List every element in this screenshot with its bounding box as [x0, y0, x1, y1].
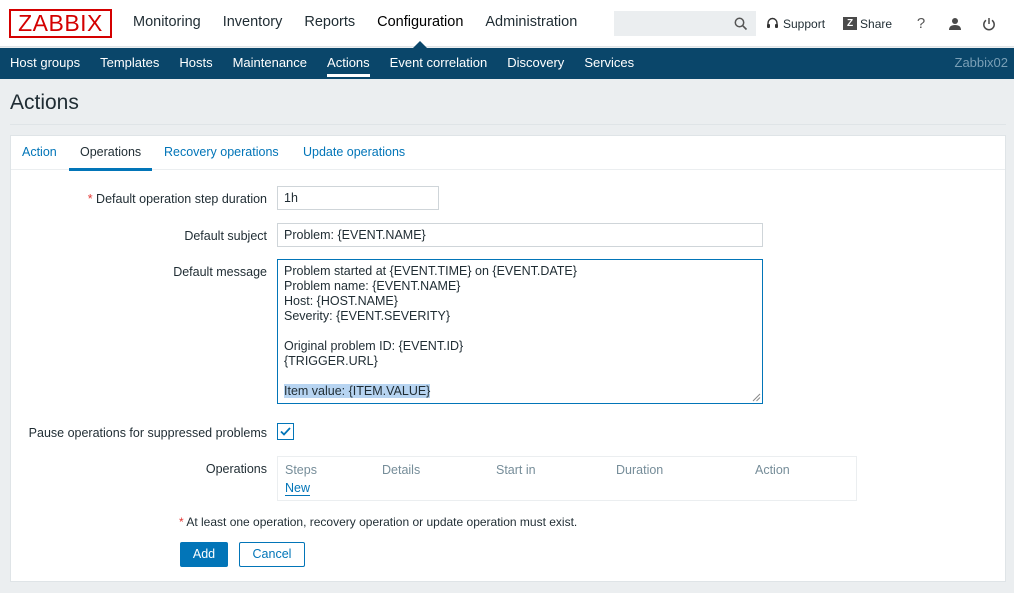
- action-form-panel: Action Operations Recovery operations Up…: [10, 135, 1006, 582]
- zabbix-logo[interactable]: ZABBIX: [9, 9, 112, 38]
- search-input[interactable]: [614, 11, 756, 36]
- operations-table: Steps Details Start in Duration Action N…: [277, 456, 857, 501]
- main-nav-monitoring[interactable]: Monitoring: [122, 0, 212, 47]
- page-title: Actions: [10, 91, 79, 114]
- operations-col-steps: Steps: [285, 463, 317, 477]
- title-divider: [10, 124, 1006, 125]
- share-link[interactable]: Z Share: [843, 17, 892, 31]
- add-button[interactable]: Add: [180, 542, 228, 567]
- headset-icon: [767, 17, 778, 28]
- message-line: Severity: {EVENT.SEVERITY}: [284, 309, 451, 323]
- checkmark-icon: [280, 427, 291, 436]
- resize-handle-icon[interactable]: [752, 393, 761, 402]
- tab-update-operations[interactable]: Update operations: [303, 136, 405, 170]
- pause-suppressed-checkbox[interactable]: [277, 423, 294, 440]
- tab-operations[interactable]: Operations: [68, 136, 153, 171]
- operations-col-action: Action: [755, 463, 790, 477]
- sub-nav-discovery[interactable]: Discovery: [497, 48, 574, 79]
- main-nav-administration[interactable]: Administration: [474, 0, 588, 47]
- message-line: Original problem ID: {EVENT.ID}: [284, 339, 464, 353]
- share-label: Share: [860, 16, 893, 31]
- default-message-label: Default message: [173, 265, 267, 279]
- sub-nav-services[interactable]: Services: [574, 48, 644, 79]
- operations-col-duration: Duration: [616, 463, 664, 477]
- sub-nav-hosts[interactable]: Hosts: [169, 48, 222, 79]
- step-duration-label-text: Default operation step duration: [96, 192, 267, 206]
- share-icon: Z: [843, 17, 858, 30]
- sub-nav-maintenance[interactable]: Maintenance: [223, 48, 317, 79]
- sub-nav-templates[interactable]: Templates: [90, 48, 169, 79]
- main-nav: Monitoring Inventory Reports Configurati…: [122, 0, 588, 48]
- user-profile-icon[interactable]: [944, 13, 966, 35]
- cancel-button[interactable]: Cancel: [239, 542, 305, 567]
- default-subject-input[interactable]: Problem: {EVENT.NAME}: [277, 223, 763, 247]
- support-link[interactable]: Support: [766, 17, 825, 31]
- search-icon[interactable]: [734, 17, 748, 31]
- message-line: [284, 324, 756, 339]
- step-duration-label: * Default operation step duration: [51, 192, 267, 206]
- tab-recovery-operations[interactable]: Recovery operations: [164, 136, 279, 170]
- required-marker: *: [87, 192, 93, 206]
- main-nav-inventory[interactable]: Inventory: [212, 0, 294, 47]
- operations-col-details: Details: [382, 463, 421, 477]
- help-icon[interactable]: ?: [910, 13, 932, 35]
- support-label: Support: [783, 16, 826, 31]
- message-line: [284, 369, 756, 384]
- sign-out-icon[interactable]: [978, 13, 1000, 35]
- required-marker: *: [179, 515, 184, 529]
- message-line: Problem name: {EVENT.NAME}: [284, 279, 461, 293]
- server-name: Zabbix02: [954, 55, 1008, 70]
- operations-col-start-in: Start in: [496, 463, 536, 477]
- default-message-textarea[interactable]: Problem started at {EVENT.TIME} on {EVEN…: [277, 259, 763, 404]
- top-bar: ZABBIX Monitoring Inventory Reports Conf…: [0, 0, 1014, 48]
- message-line: Problem started at {EVENT.TIME} on {EVEN…: [284, 264, 577, 278]
- form-tabs: Action Operations Recovery operations Up…: [11, 136, 1005, 171]
- sub-nav-host-groups[interactable]: Host groups: [0, 48, 90, 79]
- operations-note: * At least one operation, recovery opera…: [179, 515, 577, 529]
- operations-note-text: At least one operation, recovery operati…: [186, 515, 578, 529]
- operations-label: Operations: [205, 462, 267, 476]
- step-duration-input[interactable]: 1h: [277, 186, 439, 210]
- tab-action[interactable]: Action: [22, 136, 57, 170]
- main-nav-configuration[interactable]: Configuration: [366, 0, 474, 48]
- pause-suppressed-label: Pause operations for suppressed problems: [28, 426, 267, 440]
- default-subject-label: Default subject: [184, 229, 267, 243]
- main-nav-reports[interactable]: Reports: [293, 0, 366, 47]
- top-links: Support Z Share ?: [766, 0, 1012, 47]
- message-line: Host: {HOST.NAME}: [284, 294, 398, 308]
- sub-nav-actions[interactable]: Actions: [317, 48, 380, 79]
- message-line-selected: Item value: {ITEM.VALUE}: [284, 384, 431, 398]
- message-line: {TRIGGER.URL}: [284, 354, 378, 368]
- sub-nav: Host groups Templates Hosts Maintenance …: [0, 48, 1014, 79]
- sub-nav-event-correlation[interactable]: Event correlation: [380, 48, 498, 79]
- new-operation-link[interactable]: New: [285, 481, 311, 496]
